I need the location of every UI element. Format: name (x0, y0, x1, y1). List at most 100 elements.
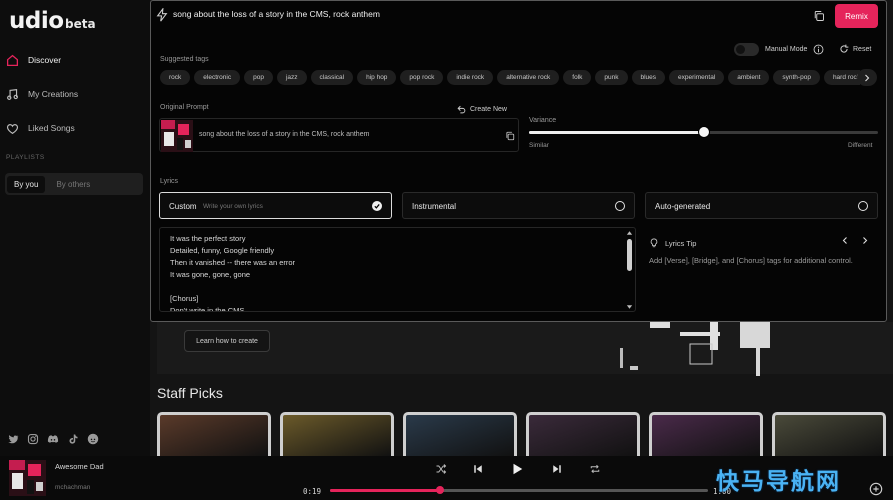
staff-pick-thumbnail[interactable] (157, 412, 271, 456)
lyrics-option-auto-generated[interactable]: Auto-generated (645, 192, 878, 219)
learn-how-to-create-button[interactable]: Learn how to create (184, 330, 270, 352)
prompt-input[interactable]: song about the loss of a story in the CM… (173, 9, 380, 19)
variance-slider[interactable] (529, 126, 878, 138)
tag-chip[interactable]: rock (160, 70, 191, 85)
chevron-right-icon (865, 74, 870, 81)
remix-button[interactable]: Remix (835, 4, 878, 28)
sidebar-item-liked-songs[interactable]: Liked Songs (6, 118, 75, 138)
tag-chip[interactable]: alternative rock (497, 70, 560, 85)
tag-chip[interactable]: experimental (669, 70, 725, 85)
variance-fill (529, 131, 704, 134)
reddit-icon[interactable] (87, 433, 99, 445)
playback-progress[interactable] (330, 486, 708, 494)
suggested-tags: rock electronic pop jazz classical hip hop pop… (160, 70, 860, 86)
staff-pick-thumbnail[interactable] (649, 412, 763, 456)
staff-pick-thumbnail[interactable] (526, 412, 640, 456)
shuffle-icon[interactable] (435, 463, 447, 475)
tag-chip[interactable]: indie rock (447, 70, 494, 85)
lyrics-scrollbar[interactable] (626, 230, 633, 310)
tag-chip[interactable]: blues (631, 70, 666, 85)
lightbulb-icon (650, 238, 658, 248)
staff-pick-thumbnail[interactable] (772, 412, 886, 456)
copy-prompt-icon[interactable] (505, 131, 515, 141)
manual-mode-control: Manual Mode (734, 43, 824, 56)
twitter-icon[interactable] (7, 433, 19, 445)
radio-icon (858, 201, 868, 211)
chevron-right-icon[interactable] (861, 236, 869, 245)
lyrics-option-custom[interactable]: Custom Write your own lyrics (159, 192, 392, 219)
create-new-button[interactable]: Create New (457, 105, 507, 114)
repeat-icon[interactable] (589, 463, 601, 475)
tag-chip[interactable]: punk (595, 70, 628, 85)
tag-chip[interactable]: ambient (728, 70, 770, 85)
reset-button[interactable]: Reset (839, 44, 871, 54)
tag-chip[interactable]: hard rock (823, 70, 860, 85)
tag-chip[interactable]: electronic (194, 70, 241, 85)
option-label: Auto-generated (655, 202, 711, 211)
undo-icon (457, 105, 466, 114)
hero-artwork (620, 318, 770, 376)
current-time: 0:19 (303, 487, 322, 496)
original-prompt-box: song about the loss of a story in the CM… (159, 118, 519, 152)
add-icon[interactable] (869, 482, 883, 496)
tag-chip[interactable]: classical (310, 70, 354, 85)
tag-chip[interactable]: jazz (276, 70, 307, 85)
lyrics-line: [Chorus] (170, 294, 199, 303)
scroll-up-icon[interactable] (626, 230, 633, 236)
tiktok-icon[interactable] (67, 433, 79, 445)
bolt-icon (156, 8, 168, 22)
chevron-left-icon[interactable] (841, 236, 849, 245)
tab-by-you[interactable]: By you (7, 175, 46, 193)
scroll-down-icon[interactable] (626, 304, 633, 310)
different-label: Different (848, 142, 873, 149)
now-playing-title[interactable]: Awesome Dad (55, 462, 104, 471)
tab-by-others[interactable]: By others (49, 176, 97, 193)
lyrics-textarea[interactable]: It was the perfect story Detailed, funny,… (159, 227, 636, 312)
lyrics-line: Detailed, funny, Google friendly (170, 246, 275, 255)
now-playing-artist[interactable]: mchachman (55, 484, 90, 491)
staff-pick-thumbnail[interactable] (403, 412, 517, 456)
option-hint: Write your own lyrics (203, 203, 263, 210)
variance-handle[interactable] (697, 126, 710, 138)
check-icon (372, 201, 382, 211)
tip-navigation (841, 236, 869, 245)
next-icon[interactable] (551, 463, 563, 475)
original-prompt-text: song about the loss of a story in the CM… (199, 131, 370, 138)
logo[interactable]: udio (9, 8, 64, 34)
social-links (7, 433, 99, 445)
tag-chip[interactable]: pop rock (400, 70, 444, 85)
tag-chip[interactable]: synth-pop (773, 70, 820, 85)
previous-icon[interactable] (472, 463, 484, 475)
sidebar-item-my-creations[interactable]: My Creations (6, 84, 78, 104)
play-icon[interactable] (510, 462, 524, 476)
scroll-thumb[interactable] (627, 239, 632, 271)
tag-chip[interactable]: pop (244, 70, 273, 85)
lyrics-line: Then it vanished -- there was an error (170, 258, 296, 267)
manual-mode-label: Manual Mode (765, 46, 808, 53)
option-label: Instrumental (412, 202, 457, 211)
lyrics-option-instrumental[interactable]: Instrumental (402, 192, 635, 219)
option-label: Custom (169, 202, 197, 211)
suggested-tags-label: Suggested tags (160, 56, 209, 63)
tags-next-button[interactable] (857, 69, 877, 86)
info-icon[interactable] (813, 44, 824, 55)
lyrics-line: It was gone, gone, gone (170, 270, 251, 279)
staff-picks-heading: Staff Picks (157, 385, 223, 401)
sidebar-item-discover[interactable]: Discover (6, 50, 61, 70)
lyrics-tip-title: Lyrics Tip (665, 238, 697, 248)
heart-icon (6, 123, 19, 134)
reset-icon (840, 44, 849, 53)
staff-pick-thumbnail[interactable] (280, 412, 394, 456)
manual-mode-toggle[interactable] (734, 43, 759, 56)
progress-handle[interactable] (435, 486, 444, 494)
now-playing-art[interactable] (9, 460, 46, 496)
copy-icon[interactable] (813, 10, 825, 22)
lyrics-label: Lyrics (160, 178, 179, 185)
discord-icon[interactable] (47, 433, 59, 445)
tag-chip[interactable]: folk (563, 70, 592, 85)
create-new-label: Create New (470, 106, 507, 113)
sidebar: udio beta Discover My Creations Liked So… (0, 0, 150, 456)
similar-label: Similar (529, 142, 549, 149)
tag-chip[interactable]: hip hop (357, 70, 397, 85)
instagram-icon[interactable] (27, 433, 39, 445)
